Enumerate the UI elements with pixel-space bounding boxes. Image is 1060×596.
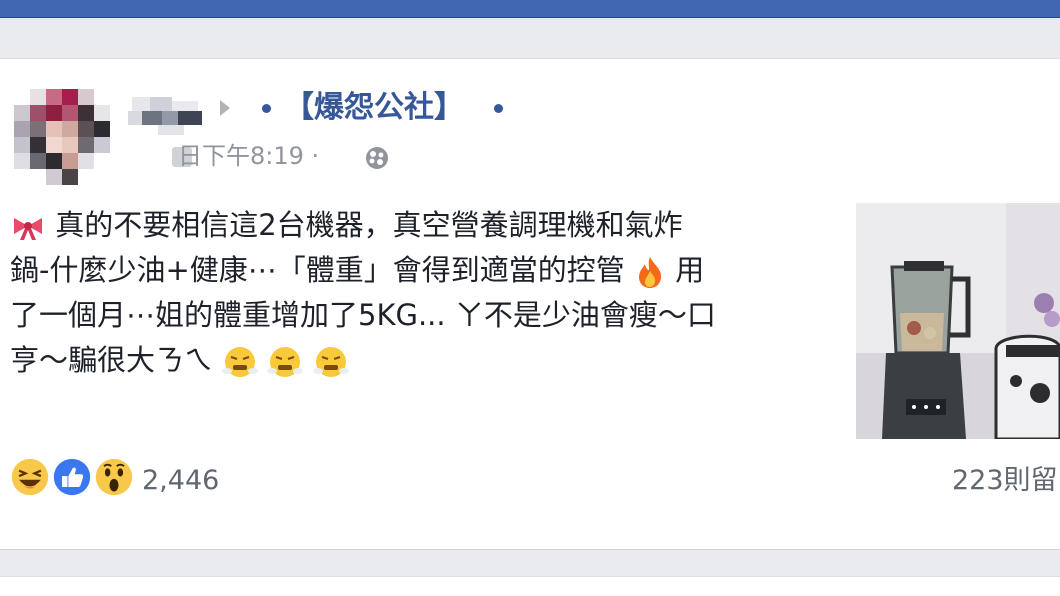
reaction-count[interactable]: 2,446 — [142, 463, 219, 499]
post-line: 亨～騙很大ㄋㄟ — [10, 338, 820, 383]
shared-to-arrow-icon — [220, 100, 230, 116]
avatar[interactable] — [14, 89, 112, 187]
post-text-line-2-tail: 用 — [675, 253, 705, 287]
feed-gap — [0, 19, 1060, 58]
post-card: 【爆怨公社】 日下午8:19 · 真的不要相信這2台機器，真空營養調理機和氣炸 … — [0, 58, 1060, 550]
post-timestamp[interactable]: 日下午8:19 · — [178, 141, 319, 171]
post-line: 了一個月⋯姐的體重增加了5KG... ㄚ不是少油會瘦～口 — [10, 293, 820, 338]
next-post-card — [0, 576, 1060, 596]
bullet-dot-icon — [262, 104, 271, 113]
public-globe-icon — [366, 147, 388, 169]
ribbon-bow-emoji — [14, 218, 42, 240]
post-text-line-3: 了一個月⋯姐的體重增加了5KG... ㄚ不是少油會瘦～口 — [10, 298, 716, 332]
post-text-line-1: 真的不要相信這2台機器，真空營養調理機和氣炸 — [55, 208, 683, 242]
top-navigation-bar — [0, 0, 1060, 18]
steaming-angry-emoji — [222, 347, 259, 377]
like-icon[interactable] — [50, 455, 94, 499]
post-photo[interactable] — [856, 203, 1060, 439]
post-line: 鍋-什麼少油+健康⋯「體重」會得到適當的控管 用 — [10, 248, 820, 293]
feed-gap — [0, 551, 1060, 576]
post-line: 真的不要相信這2台機器，真空營養調理機和氣炸 — [10, 203, 820, 248]
post-text-line-4: 亨～騙很大ㄋㄟ — [10, 343, 214, 377]
haha-icon[interactable] — [8, 455, 52, 499]
comment-count-link[interactable]: 223則留 — [952, 463, 1058, 499]
bullet-dot-icon — [494, 104, 503, 113]
post-text-line-2: 鍋-什麼少油+健康⋯「體重」會得到適當的控管 — [10, 253, 625, 287]
post-body: 真的不要相信這2台機器，真空營養調理機和氣炸 鍋-什麼少油+健康⋯「體重」會得到… — [10, 203, 820, 383]
author-name-blurred[interactable] — [128, 93, 206, 135]
steaming-angry-emoji — [267, 347, 304, 377]
fire-emoji — [638, 257, 662, 288]
steaming-angry-emoji — [312, 347, 349, 377]
wow-icon[interactable] — [92, 455, 136, 499]
group-name-link[interactable]: 【爆怨公社】 — [284, 89, 464, 127]
